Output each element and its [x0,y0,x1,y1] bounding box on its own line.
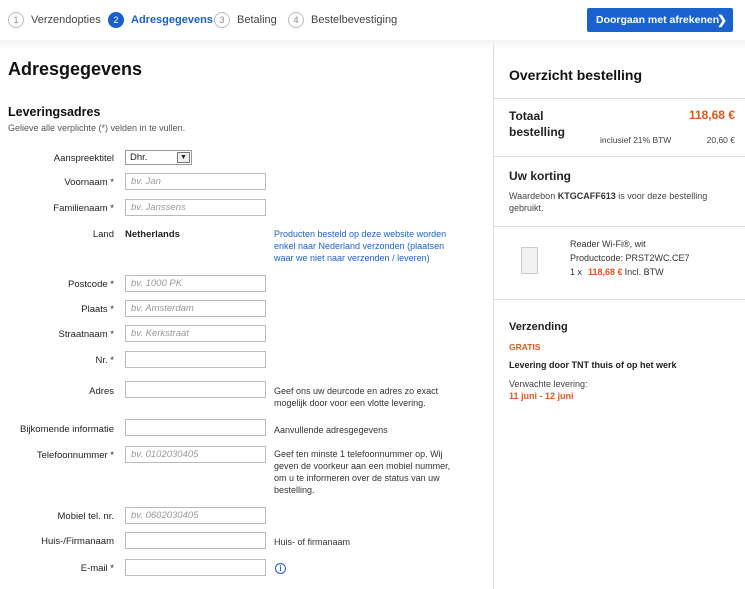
product-price-row: 1 x 118,68 € Incl. BTW [570,267,664,277]
step-number: 1 [8,12,24,28]
step-label: Adresgegevens [131,14,213,26]
total-value: 118,68 € [688,108,735,122]
salutation-value: Dhr. [130,152,148,163]
street-label: Straatnaam * [58,329,114,340]
discount-title: Uw korting [509,169,571,183]
city-input[interactable]: bv. Amsterdam [125,300,266,317]
section-title: Leveringsadres [8,105,101,119]
divider [494,226,745,227]
step-label: Betaling [237,14,277,26]
product-image[interactable] [521,247,538,274]
step-label: Bestelbevestiging [311,14,398,26]
vat-label: inclusief 21% BTW [600,135,672,145]
discount-text: Waardebon KTGCAFF613 is voor deze bestel… [509,190,734,214]
address-label: Adres [89,386,114,397]
vat-value: 20,60 € [706,135,735,145]
product-code: Productcode: PRST2WC.CE7 [570,253,690,263]
order-summary: Overzicht bestelling Totaal bestelling 1… [493,44,745,589]
shipping-title: Verzending [509,321,568,333]
first-name-label: Voornaam * [64,177,114,188]
step-number: 2 [108,12,124,28]
mobile-label: Mobiel tel. nr. [57,511,115,522]
country-value: Netherlands [125,229,180,240]
phone-label: Telefoonnummer * [36,450,114,461]
mobile-input[interactable]: bv. 0602030405 [125,507,266,524]
product-price: 118,68 € [588,267,623,277]
step-adresgegevens[interactable]: 2 Adresgegevens [108,12,213,28]
city-label: Plaats * [81,304,114,315]
extra-info-input[interactable] [125,419,266,436]
postcode-label: Postcode * [68,279,114,290]
last-name-label: Familienaam * [53,203,114,214]
discount-pre: Waardebon [509,191,558,201]
shipping-method: Levering door TNT thuis of op het werk [509,360,677,370]
salutation-select[interactable]: Dhr. ▼ [125,150,192,165]
checkout-button-label: Doorgaan met afrekenen [596,14,720,26]
expected-delivery-dates: 11 juni - 12 juni [509,391,574,401]
company-label: Huis-/Firmanaam [41,536,114,547]
shipping-free-badge: GRATIS [509,342,541,352]
product-price-suffix: Incl. BTW [624,267,664,277]
divider [494,299,745,300]
company-input[interactable] [125,532,266,549]
salutation-label: Aanspreektitel [53,153,114,164]
expected-delivery-label: Verwachte levering: [509,379,588,389]
address-form: Adresgegevens Leveringsadres Gelieve all… [0,44,493,589]
first-name-input[interactable]: bv. Jan [125,173,266,190]
page-title: Adresgegevens [8,59,143,79]
address-hint: Geef ons uw deurcode en adres zo exact m… [274,386,439,408]
step-number: 3 [214,12,230,28]
last-name-input[interactable]: bv. Janssens [125,199,266,216]
chevron-right-icon: ❯ [716,13,727,27]
number-label: Nr. * [95,355,114,366]
company-hint: Huis- of firmanaam [274,537,351,547]
total-label: Totaal bestelling [509,109,566,139]
extra-info-label: Bijkomende informatie [20,424,114,435]
checkout-steps: 1 Verzendopties 2 Adresgegevens 3 Betali… [0,0,745,44]
step-bestelbevestiging[interactable]: 4 Bestelbevestiging [288,12,397,28]
step-number: 4 [288,12,304,28]
phone-input[interactable]: bv. 0102030405 [125,446,266,463]
postcode-input[interactable]: bv. 1000 PK [125,275,266,292]
discount-code: KTGCAFF613 [557,191,616,201]
extra-info-hint: Aanvullende adresgegevens [274,425,388,435]
number-input[interactable] [125,351,266,368]
product-name: Reader Wi-Fi®, wit [570,239,646,249]
step-betaling[interactable]: 3 Betaling [214,12,277,28]
step-verzendopties[interactable]: 1 Verzendopties [8,12,101,28]
divider [494,98,745,99]
dropdown-arrow-icon: ▼ [177,152,190,163]
country-label: Land [92,229,114,240]
street-input[interactable]: bv. Kerkstraat [125,325,266,342]
summary-title: Overzicht bestelling [509,67,643,83]
required-note: Gelieve alle verplichte (*) velden in te… [8,123,186,133]
checkout-button[interactable]: Doorgaan met afrekenen ❯ [587,8,733,32]
address-input[interactable] [125,381,266,398]
phone-hint: Geef ten minste 1 telefoonnummer op. Wij… [274,449,451,495]
country-note-link[interactable]: Producten besteld op deze website worden… [274,228,464,264]
info-icon[interactable]: i [275,563,286,574]
divider [494,156,745,157]
step-label: Verzendopties [31,14,101,26]
email-label: E-mail * [80,563,114,574]
email-input[interactable] [125,559,266,576]
product-qty: 1 x [570,267,583,277]
